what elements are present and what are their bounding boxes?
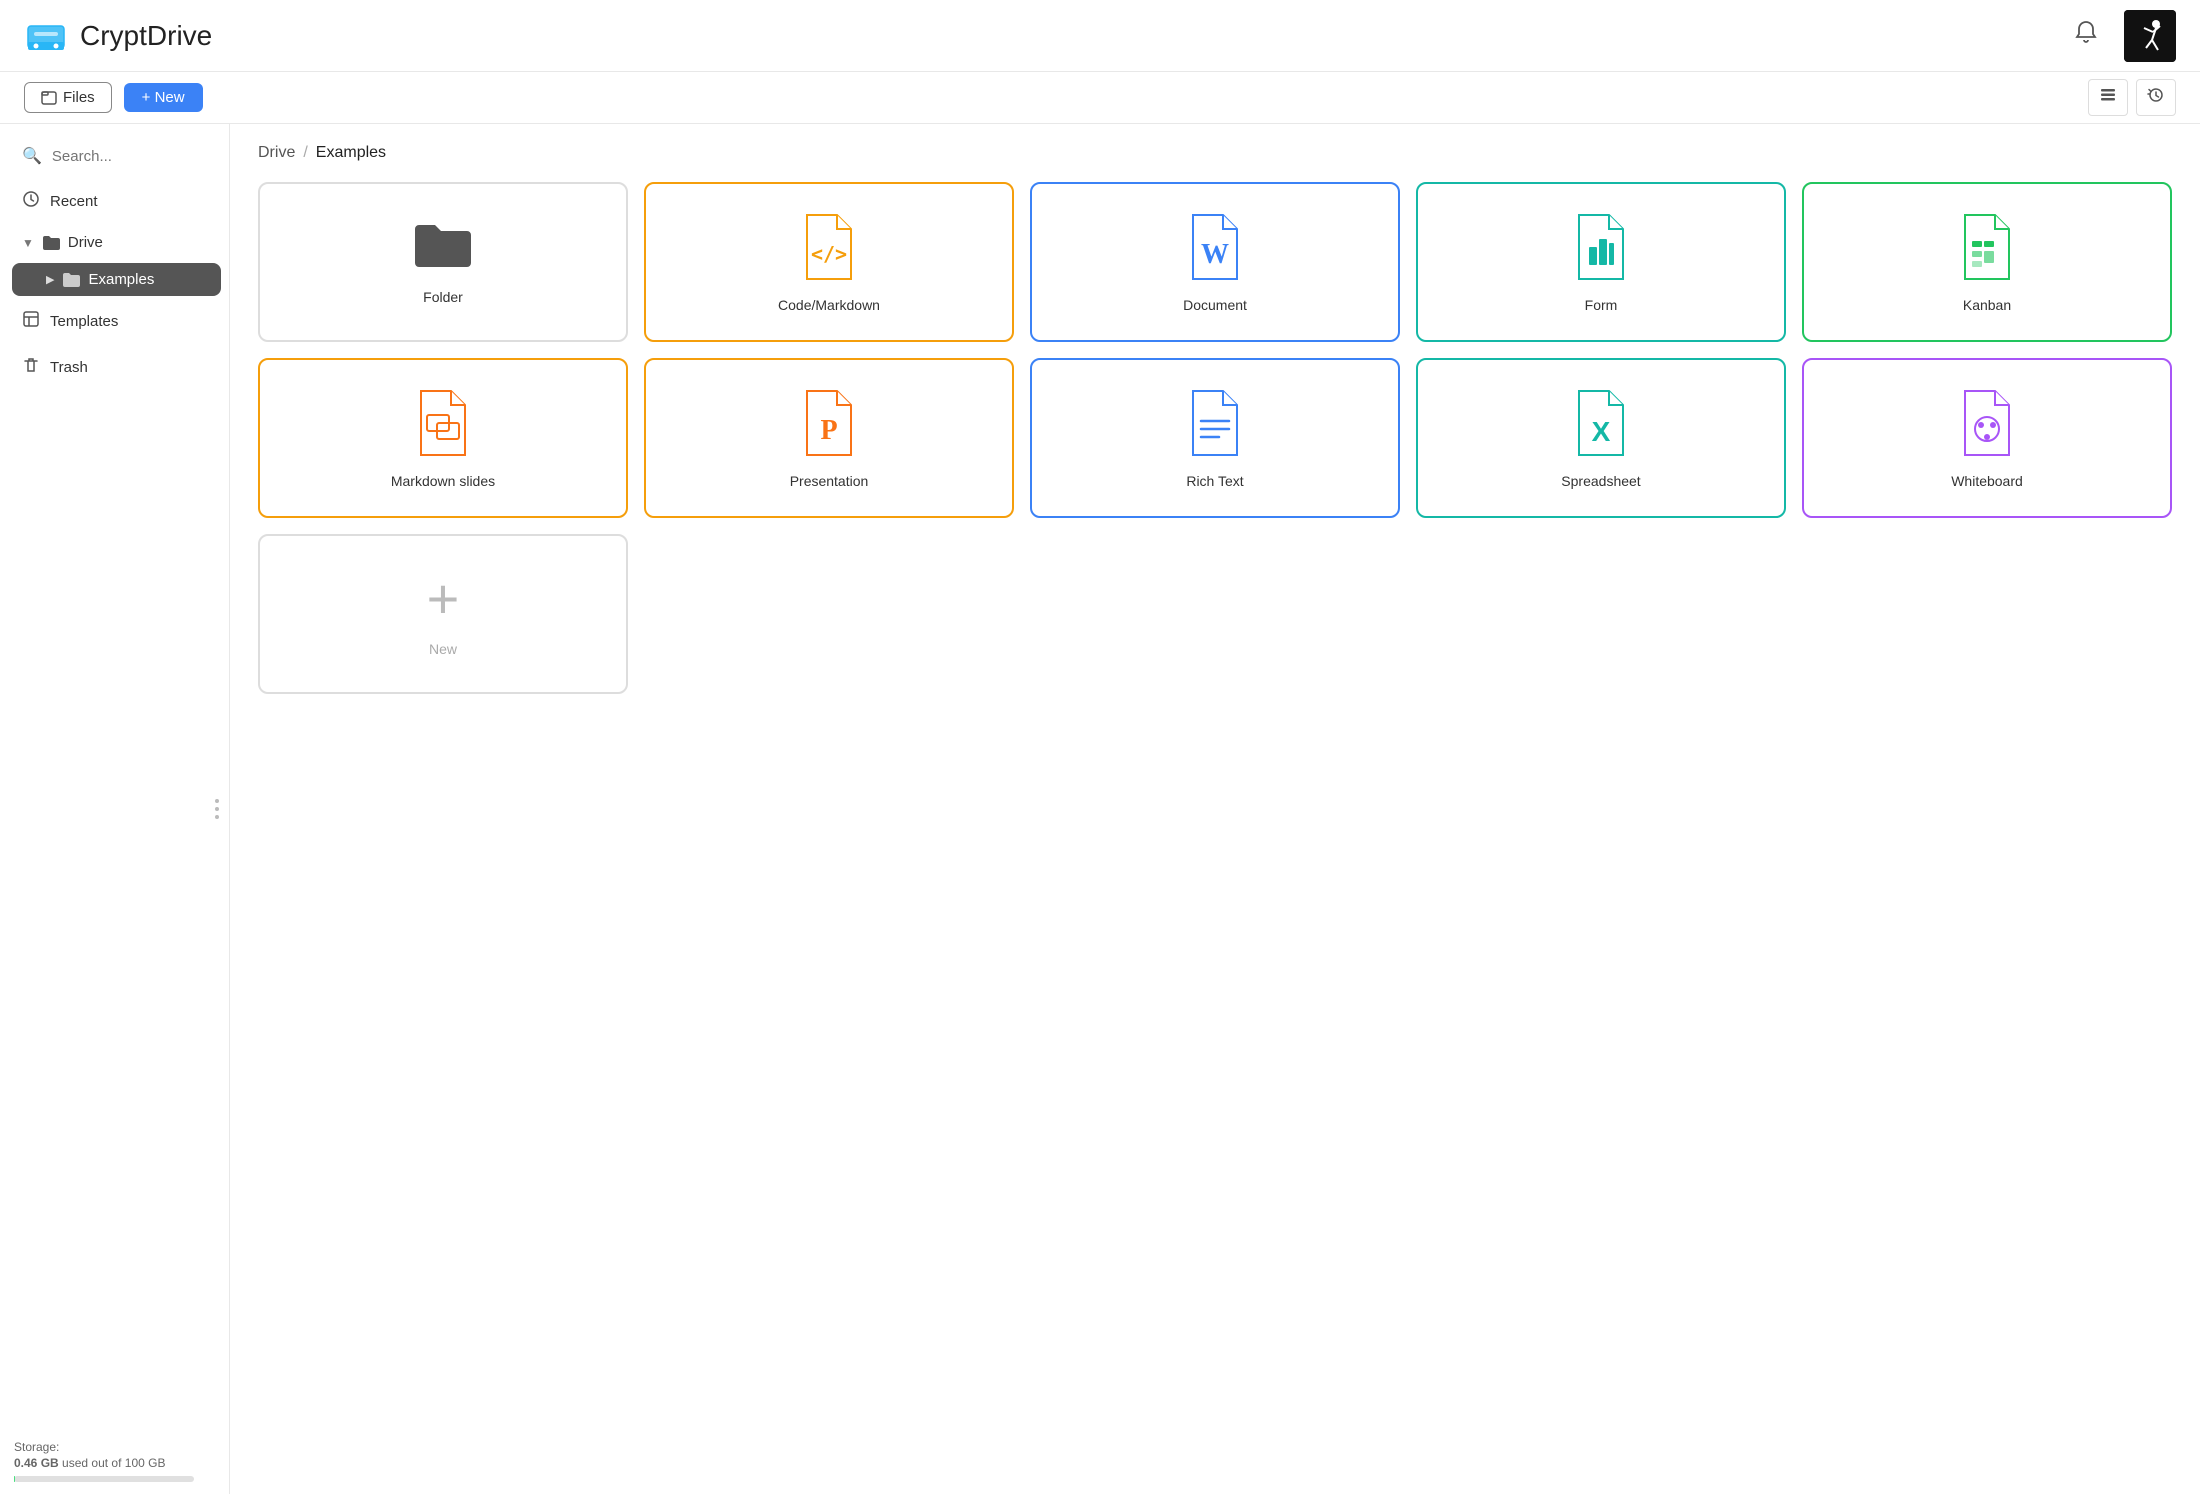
content-area: Drive / Examples Folder </> Code/Markdow — [230, 124, 2200, 1494]
markdown-slides-icon — [411, 387, 475, 459]
whiteboard-label: Whiteboard — [1951, 473, 2023, 489]
rich-text-card-icon — [1183, 387, 1247, 459]
header: CryptDrive — [0, 0, 2200, 72]
examples-label: Examples — [88, 271, 154, 288]
card-new[interactable]: + New — [258, 534, 628, 694]
bell-icon — [2072, 18, 2100, 46]
trash-label: Trash — [50, 359, 88, 376]
code-label: Code/Markdown — [778, 297, 880, 313]
folder-icon — [42, 235, 60, 251]
sidebar-item-recent[interactable]: Recent — [8, 180, 221, 222]
avatar[interactable] — [2124, 10, 2176, 62]
notifications-button[interactable] — [2064, 10, 2108, 61]
presentation-label: Presentation — [790, 473, 869, 489]
code-card-icon: </> — [797, 211, 861, 283]
card-form[interactable]: Form — [1416, 182, 1786, 342]
storage-bar — [14, 1476, 194, 1482]
avatar-image — [2124, 10, 2176, 62]
folder-card-icon — [411, 219, 475, 275]
card-whiteboard[interactable]: Whiteboard — [1802, 358, 2172, 518]
card-document[interactable]: W Document — [1030, 182, 1400, 342]
toolbar: Files + New — [0, 72, 2200, 124]
search-icon: 🔍 — [22, 146, 42, 166]
svg-text:P: P — [820, 415, 837, 446]
breadcrumb: Drive / Examples — [258, 144, 2172, 162]
search-item[interactable]: 🔍 — [8, 136, 221, 176]
clock-icon — [22, 190, 40, 212]
whiteboard-card-icon — [1955, 387, 2019, 459]
card-spreadsheet[interactable]: X Spreadsheet — [1416, 358, 1786, 518]
trash-icon — [22, 356, 40, 378]
form-card-icon — [1569, 211, 1633, 283]
presentation-card-icon: P — [797, 387, 861, 459]
card-markdown-slides[interactable]: Markdown slides — [258, 358, 628, 518]
storage-used: 0.46 GB — [14, 1456, 59, 1470]
kanban-card-icon — [1955, 211, 2019, 283]
search-input[interactable] — [52, 148, 207, 165]
logo-area: CryptDrive — [24, 14, 212, 58]
plus-icon: + — [427, 571, 460, 627]
card-presentation[interactable]: P Presentation — [644, 358, 1014, 518]
list-view-button[interactable] — [2088, 79, 2128, 116]
breadcrumb-drive[interactable]: Drive — [258, 144, 295, 162]
new-button[interactable]: + New — [124, 83, 203, 112]
document-label: Document — [1183, 297, 1247, 313]
folder-label: Folder — [423, 289, 463, 305]
sidebar-item-examples[interactable]: ▶ Examples — [12, 263, 221, 296]
svg-text:X: X — [1592, 416, 1611, 447]
markdown-slides-label: Markdown slides — [391, 473, 495, 489]
drive-icon — [24, 14, 68, 58]
files-button[interactable]: Files — [24, 82, 112, 113]
templates-label: Templates — [50, 313, 118, 330]
sidebar-item-drive[interactable]: ▼ Drive — [8, 226, 221, 259]
main-layout: 🔍 Recent ▼ Drive ▶ Examples Templates — [0, 124, 2200, 1494]
toolbar-right — [2088, 79, 2176, 116]
history-icon — [2147, 86, 2165, 104]
storage-detail: 0.46 GB used out of 100 GB — [14, 1456, 194, 1470]
card-kanban[interactable]: Kanban — [1802, 182, 2172, 342]
storage-connector: used out of — [62, 1456, 121, 1470]
storage-info: Storage: 0.46 GB used out of 100 GB — [14, 1440, 194, 1482]
svg-text:W: W — [1201, 239, 1229, 270]
spreadsheet-card-icon: X — [1569, 387, 1633, 459]
sidebar-item-trash[interactable]: Trash — [8, 346, 221, 388]
app-title: CryptDrive — [80, 20, 212, 52]
templates-icon — [22, 310, 40, 332]
card-code[interactable]: </> Code/Markdown — [644, 182, 1014, 342]
drive-label: Drive — [68, 234, 103, 251]
sidebar-item-templates[interactable]: Templates — [8, 300, 221, 342]
svg-text:</>: </> — [811, 242, 847, 266]
document-card-icon: W — [1183, 211, 1247, 283]
collapse-icon: ▼ — [22, 236, 34, 250]
form-label: Form — [1585, 297, 1618, 313]
storage-bar-fill — [14, 1476, 15, 1482]
breadcrumb-separator: / — [303, 144, 307, 162]
kanban-label: Kanban — [1963, 297, 2011, 313]
folder-open-icon — [62, 272, 80, 288]
file-grid: Folder </> Code/Markdown W Document — [258, 182, 2172, 694]
files-label: Files — [63, 89, 95, 106]
new-label: + New — [142, 89, 185, 106]
rich-text-label: Rich Text — [1186, 473, 1243, 489]
breadcrumb-current: Examples — [316, 144, 386, 162]
card-rich-text[interactable]: Rich Text — [1030, 358, 1400, 518]
list-view-icon — [2099, 86, 2117, 104]
spreadsheet-label: Spreadsheet — [1561, 473, 1640, 489]
history-button[interactable] — [2136, 79, 2176, 116]
storage-label: Storage: — [14, 1440, 194, 1454]
files-icon — [41, 90, 57, 106]
recent-label: Recent — [50, 193, 98, 210]
sidebar-resize-handle[interactable] — [209, 791, 225, 827]
header-actions — [2064, 10, 2176, 62]
new-card-label: New — [429, 641, 457, 657]
card-folder[interactable]: Folder — [258, 182, 628, 342]
storage-total: 100 GB — [125, 1456, 166, 1470]
expand-icon: ▶ — [46, 273, 54, 286]
sidebar: 🔍 Recent ▼ Drive ▶ Examples Templates — [0, 124, 230, 1494]
